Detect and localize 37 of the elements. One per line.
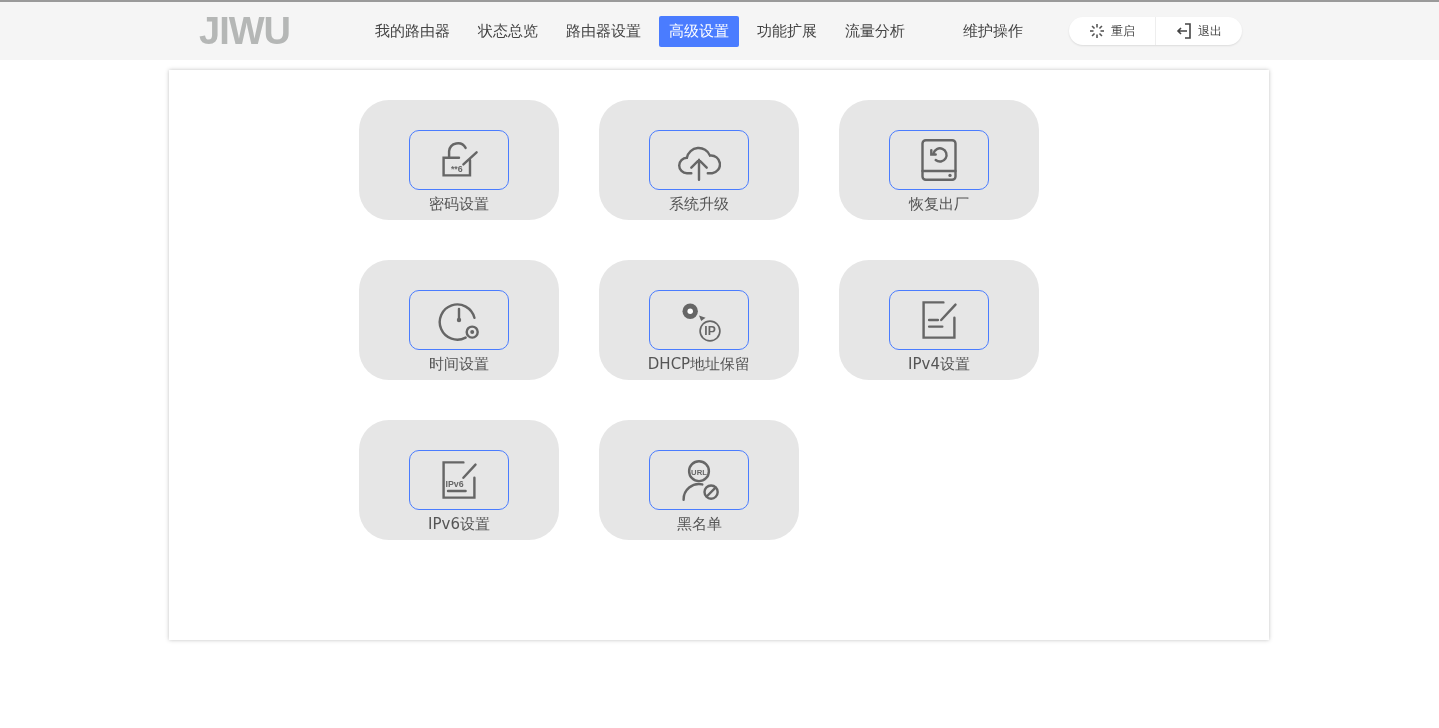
tile-label: 恢复出厂: [909, 195, 969, 214]
settings-tile[interactable]: URL 黑名单: [599, 420, 799, 540]
settings-tile[interactable]: **6 密码设置: [359, 100, 559, 220]
icon-label: **6: [450, 164, 463, 175]
tile-label: IPv4设置: [908, 355, 970, 374]
spinner-icon: [1089, 23, 1105, 39]
user-blocked-icon: [682, 460, 719, 501]
nav-tab[interactable]: 流量分析: [835, 15, 915, 47]
tile-label: 黑名单: [676, 515, 722, 534]
logout-button[interactable]: 退出: [1156, 17, 1242, 45]
tile-label: IPv6设置: [428, 515, 490, 534]
nav-tab[interactable]: 路由器设置: [556, 15, 651, 47]
edit-form-icon: [922, 301, 957, 339]
settings-tile[interactable]: 恢复出厂: [839, 100, 1039, 220]
tile-label: 时间设置: [429, 355, 489, 374]
edit-form-icon: [442, 461, 477, 499]
nav-tab[interactable]: 高级设置: [659, 15, 739, 47]
drive-reset-icon: [921, 139, 957, 181]
settings-tile[interactable]: IPv4设置: [839, 260, 1039, 380]
nav-tab[interactable]: 我的路由器: [365, 15, 460, 47]
cloud-upload-icon: [678, 146, 721, 181]
settings-tile[interactable]: 系统升级: [599, 100, 799, 220]
settings-tile[interactable]: 时间设置: [359, 260, 559, 380]
tile-label: 系统升级: [669, 195, 729, 214]
padlock-icon: [442, 142, 478, 177]
tile-label: DHCP地址保留: [647, 355, 751, 374]
icon-label: IPv6: [445, 478, 464, 489]
tile-label: 密码设置: [429, 195, 489, 214]
nav-tab[interactable]: 状态总览: [468, 15, 548, 47]
restart-button[interactable]: 重启: [1069, 17, 1156, 45]
icon-label: URL: [691, 467, 707, 477]
logout-icon: [1176, 23, 1192, 39]
settings-tile[interactable]: IP DHCP地址保留: [599, 260, 799, 380]
icon-label: IP: [704, 324, 716, 339]
nav-tab[interactable]: 维护操作: [953, 15, 1033, 47]
nav-tab[interactable]: 功能扩展: [747, 15, 827, 47]
settings-tile[interactable]: IPv6 IPv6设置: [359, 420, 559, 540]
